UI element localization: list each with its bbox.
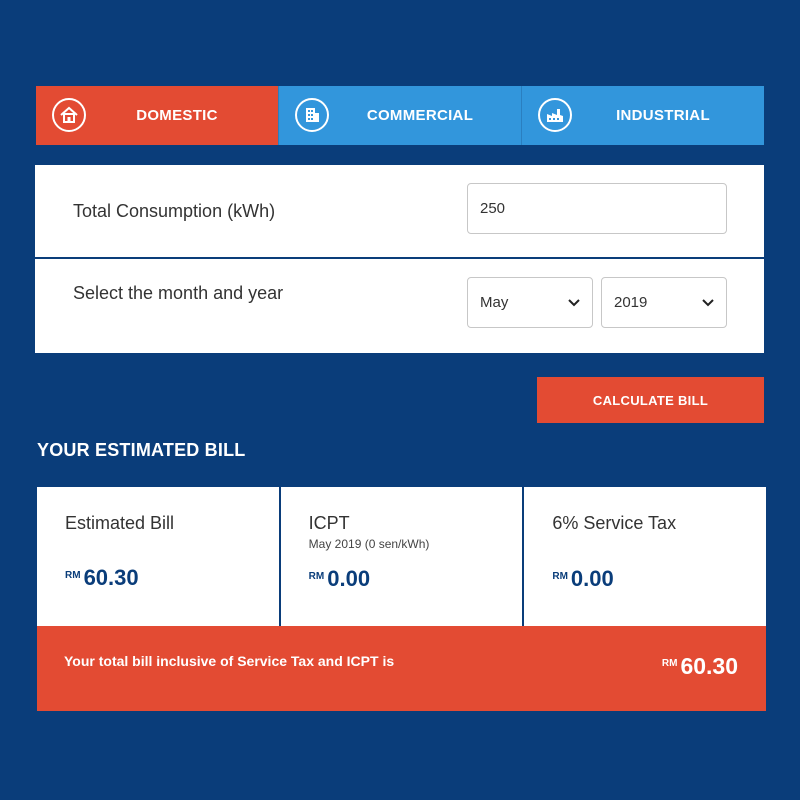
month-value: May [480, 294, 509, 311]
service-tax-card: 6% Service Tax RM 0.00 [522, 487, 766, 626]
calculate-bill-button[interactable]: CALCULATE BILL [537, 377, 764, 423]
month-select[interactable]: May [467, 277, 593, 328]
card-title: 6% Service Tax [552, 513, 677, 533]
chevron-down-icon [702, 297, 714, 309]
period-label: Select the month and year [73, 283, 284, 303]
bill-calculator-form: Total Consumption (kWh) Select the month… [35, 165, 764, 353]
total-bill-text: Your total bill inclusive of Service Tax… [64, 653, 395, 669]
bill-breakdown: Estimated Bill RM 60.30 ICPT May 2019 (0… [37, 487, 766, 626]
currency-label: RM [661, 658, 678, 669]
chevron-down-icon [568, 297, 580, 309]
currency-label: RM [552, 571, 568, 582]
factory-icon [538, 98, 572, 132]
consumption-input[interactable] [467, 183, 727, 234]
amount-value: 60.30 [83, 565, 139, 590]
estimated-bill-amount: RM 60.30 [65, 565, 139, 591]
amount-value: 0.00 [327, 566, 371, 591]
building-icon [295, 98, 329, 132]
tab-commercial[interactable]: COMMERCIAL [278, 86, 521, 145]
amount-value: 0.00 [570, 566, 614, 591]
year-value: 2019 [614, 294, 648, 311]
icpt-card: ICPT May 2019 (0 sen/kWh) RM 0.00 [278, 487, 523, 626]
amount-value: 60.30 [680, 653, 738, 679]
total-bill-amount: RM 60.30 [662, 653, 738, 680]
tab-industrial[interactable]: INDUSTRIAL [521, 86, 764, 145]
total-bill-bar: Your total bill inclusive of Service Tax… [37, 626, 766, 711]
consumption-label: Total Consumption (kWh) [73, 201, 276, 221]
house-icon [52, 98, 86, 132]
card-title: ICPT [308, 513, 350, 533]
tab-domestic[interactable]: DOMESTIC [36, 86, 278, 145]
consumption-row: Total Consumption (kWh) [35, 165, 764, 259]
icpt-amount: RM 0.00 [309, 566, 370, 592]
currency-label: RM [65, 570, 81, 581]
customer-type-tabs: DOMESTIC COMMERCIAL INDUSTRIAL [36, 86, 764, 145]
estimated-bill-card: Estimated Bill RM 60.30 [37, 487, 279, 626]
year-select[interactable]: 2019 [601, 277, 727, 328]
period-row: Select the month and year May 2019 [35, 259, 764, 353]
section-title: YOUR ESTIMATED BILL [37, 440, 246, 460]
currency-label: RM [308, 571, 325, 582]
card-title: Estimated Bill [65, 513, 175, 533]
card-subtitle: May 2019 (0 sen/kWh) [308, 537, 430, 551]
service-tax-amount: RM 0.00 [552, 566, 613, 592]
